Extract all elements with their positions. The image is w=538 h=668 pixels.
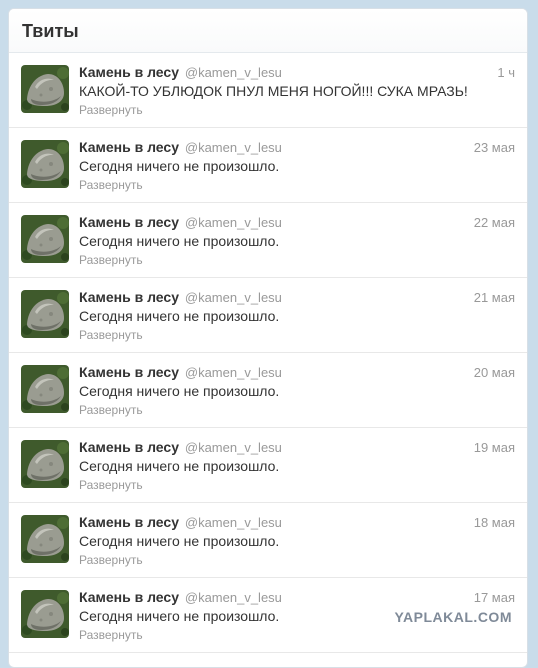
- stone-avatar-icon: [21, 140, 69, 188]
- tweet-item[interactable]: Камень в лесу @kamen_v_lesu 23 мая Сегод…: [9, 128, 527, 203]
- author-handle[interactable]: @kamen_v_lesu: [185, 440, 282, 455]
- avatar[interactable]: [21, 440, 69, 488]
- expand-link[interactable]: Развернуть: [79, 178, 143, 192]
- avatar[interactable]: [21, 215, 69, 263]
- tweet-timestamp[interactable]: 22 мая: [474, 215, 515, 230]
- tweet-item[interactable]: Камень в лесу @kamen_v_lesu 19 мая Сегод…: [9, 428, 527, 503]
- page-title: Твиты: [22, 21, 79, 41]
- tweet-timestamp[interactable]: 20 мая: [474, 365, 515, 380]
- author-name[interactable]: Камень в лесу: [79, 439, 179, 455]
- panel-header: Твиты: [9, 9, 527, 53]
- expand-link[interactable]: Развернуть: [79, 103, 143, 117]
- stone-avatar-icon: [21, 290, 69, 338]
- tweet-timestamp[interactable]: 1 ч: [497, 65, 515, 80]
- author-handle[interactable]: @kamen_v_lesu: [185, 290, 282, 305]
- tweet-text: Сегодня ничего не произошло.: [79, 233, 280, 249]
- stone-avatar-icon: [21, 440, 69, 488]
- tweet-timestamp[interactable]: 17 мая: [474, 590, 515, 605]
- expand-link[interactable]: Развернуть: [79, 478, 143, 492]
- tweet-item[interactable]: Камень в лесу @kamen_v_lesu 22 мая Сегод…: [9, 203, 527, 278]
- tweet-text: Сегодня ничего не произошло.: [79, 533, 280, 549]
- stone-avatar-icon: [21, 65, 69, 113]
- tweet-text: Сегодня ничего не произошло.: [79, 608, 280, 624]
- stone-avatar-icon: [21, 515, 69, 563]
- tweet-text: Сегодня ничего не произошло.: [79, 383, 280, 399]
- avatar[interactable]: [21, 365, 69, 413]
- tweet-header: Камень в лесу @kamen_v_lesu: [79, 439, 282, 455]
- tweets-panel: Твиты Камень в лесу @kamen_v_lesu 1 ч КА…: [8, 8, 528, 668]
- tweet-timestamp[interactable]: 18 мая: [474, 515, 515, 530]
- avatar[interactable]: [21, 140, 69, 188]
- tweet-item[interactable]: Камень в лесу @kamen_v_lesu 1 ч КАКОЙ-ТО…: [9, 53, 527, 128]
- tweet-header: Камень в лесу @kamen_v_lesu: [79, 514, 282, 530]
- author-handle[interactable]: @kamen_v_lesu: [185, 515, 282, 530]
- tweet-header: Камень в лесу @kamen_v_lesu: [79, 589, 282, 605]
- tweet-text: КАКОЙ-ТО УБЛЮДОК ПНУЛ МЕНЯ НОГОЙ!!! СУКА…: [79, 83, 468, 99]
- stone-avatar-icon: [21, 215, 69, 263]
- tweet-text: Сегодня ничего не произошло.: [79, 158, 280, 174]
- tweet-timestamp[interactable]: 21 мая: [474, 290, 515, 305]
- author-name[interactable]: Камень в лесу: [79, 364, 179, 380]
- avatar[interactable]: [21, 590, 69, 638]
- tweet-header: Камень в лесу @kamen_v_lesu: [79, 289, 282, 305]
- avatar[interactable]: [21, 515, 69, 563]
- author-name[interactable]: Камень в лесу: [79, 139, 179, 155]
- author-handle[interactable]: @kamen_v_lesu: [185, 590, 282, 605]
- stone-avatar-icon: [21, 365, 69, 413]
- tweet-header: Камень в лесу @kamen_v_lesu: [79, 139, 282, 155]
- tweet-item[interactable]: Камень в лесу @kamen_v_lesu 20 мая Сегод…: [9, 353, 527, 428]
- tweet-timestamp[interactable]: 23 мая: [474, 140, 515, 155]
- tweet-item[interactable]: Камень в лесу @kamen_v_lesu 21 мая Сегод…: [9, 278, 527, 353]
- author-name[interactable]: Камень в лесу: [79, 514, 179, 530]
- watermark: YAPLAKAL.COM: [394, 609, 512, 625]
- tweet-header: Камень в лесу @kamen_v_lesu: [79, 364, 282, 380]
- tweet-text: Сегодня ничего не произошло.: [79, 458, 280, 474]
- author-name[interactable]: Камень в лесу: [79, 214, 179, 230]
- author-handle[interactable]: @kamen_v_lesu: [185, 140, 282, 155]
- tweet-list: Камень в лесу @kamen_v_lesu 1 ч КАКОЙ-ТО…: [9, 53, 527, 653]
- author-handle[interactable]: @kamen_v_lesu: [185, 215, 282, 230]
- avatar[interactable]: [21, 290, 69, 338]
- tweet-header: Камень в лесу @kamen_v_lesu: [79, 64, 282, 80]
- author-name[interactable]: Камень в лесу: [79, 589, 179, 605]
- avatar[interactable]: [21, 65, 69, 113]
- author-handle[interactable]: @kamen_v_lesu: [185, 365, 282, 380]
- tweet-timestamp[interactable]: 19 мая: [474, 440, 515, 455]
- expand-link[interactable]: Развернуть: [79, 403, 143, 417]
- expand-link[interactable]: Развернуть: [79, 553, 143, 567]
- author-handle[interactable]: @kamen_v_lesu: [185, 65, 282, 80]
- author-name[interactable]: Камень в лесу: [79, 289, 179, 305]
- stone-avatar-icon: [21, 590, 69, 638]
- author-name[interactable]: Камень в лесу: [79, 64, 179, 80]
- expand-link[interactable]: Развернуть: [79, 628, 143, 642]
- tweet-text: Сегодня ничего не произошло.: [79, 308, 280, 324]
- expand-link[interactable]: Развернуть: [79, 328, 143, 342]
- tweet-item[interactable]: Камень в лесу @kamen_v_lesu 18 мая Сегод…: [9, 503, 527, 578]
- expand-link[interactable]: Развернуть: [79, 253, 143, 267]
- tweet-header: Камень в лесу @kamen_v_lesu: [79, 214, 282, 230]
